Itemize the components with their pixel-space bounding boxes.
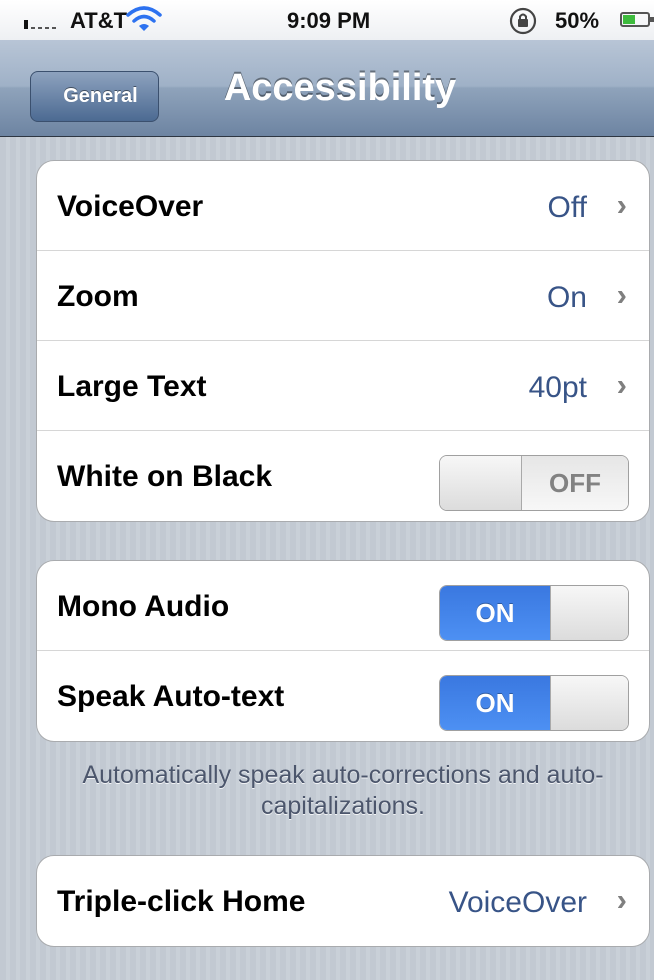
page-title: Accessibility — [223, 67, 457, 109]
status-bar: AT&T 9:09 PM 50% — [0, 0, 654, 40]
row-white-on-black: White on Black OFF — [37, 431, 649, 521]
chevron-right-icon: › — [616, 882, 627, 917]
row-label: Triple-click Home — [57, 885, 306, 918]
row-speak-auto-text: Speak Auto-text ON — [37, 651, 649, 741]
mono-audio-toggle[interactable]: ON — [439, 585, 629, 641]
battery-percent: 50% — [555, 8, 600, 33]
row-voiceover[interactable]: VoiceOver Off › — [37, 161, 649, 251]
toggle-state: ON — [440, 676, 550, 730]
row-label: White on Black — [57, 460, 273, 493]
row-label: Mono Audio — [57, 590, 230, 623]
back-button-label: General — [63, 85, 138, 107]
accessibility-screen: AT&T 9:09 PM 50% General Accessibility V… — [0, 0, 654, 980]
row-triple-click-home[interactable]: Triple-click Home VoiceOver › — [37, 856, 649, 946]
rotation-lock-icon — [508, 6, 538, 42]
row-large-text[interactable]: Large Text 40pt › — [37, 341, 649, 431]
settings-group-triple-click: Triple-click Home VoiceOver › — [36, 855, 650, 947]
row-label: Zoom — [57, 280, 139, 313]
battery-fill — [623, 15, 635, 24]
row-value: On — [546, 281, 587, 314]
navigation-bar: General Accessibility — [0, 40, 654, 137]
row-label: VoiceOver — [57, 190, 204, 223]
settings-group-vision: VoiceOver Off › Zoom On › Large Text 40p… — [36, 160, 650, 522]
row-label: Speak Auto-text — [57, 680, 285, 713]
battery-icon — [620, 12, 654, 27]
signal-strength-icon — [24, 19, 56, 29]
status-time: 9:09 PM — [287, 8, 371, 33]
toggle-state: ON — [440, 586, 550, 640]
chevron-right-icon: › — [616, 277, 627, 312]
white-on-black-toggle[interactable]: OFF — [439, 455, 629, 511]
wifi-icon — [126, 5, 162, 39]
row-zoom[interactable]: Zoom On › — [37, 251, 649, 341]
row-mono-audio: Mono Audio ON — [37, 561, 649, 651]
row-value: 40pt — [528, 371, 587, 404]
toggle-state: OFF — [522, 456, 628, 510]
row-value: VoiceOver — [448, 886, 587, 919]
chevron-right-icon: › — [616, 367, 627, 402]
chevron-right-icon: › — [616, 187, 627, 222]
carrier-name: AT&T — [70, 8, 128, 33]
speak-auto-text-toggle[interactable]: ON — [439, 675, 629, 731]
toggle-knob — [550, 586, 628, 640]
back-button-general[interactable]: General — [30, 71, 159, 122]
row-label: Large Text — [57, 370, 207, 403]
group-footer-note: Automatically speak auto-corrections and… — [82, 761, 604, 820]
toggle-knob — [440, 456, 522, 510]
settings-group-hearing: Mono Audio ON Speak Auto-text ON — [36, 560, 650, 742]
toggle-knob — [550, 676, 628, 730]
row-value: Off — [547, 191, 587, 224]
